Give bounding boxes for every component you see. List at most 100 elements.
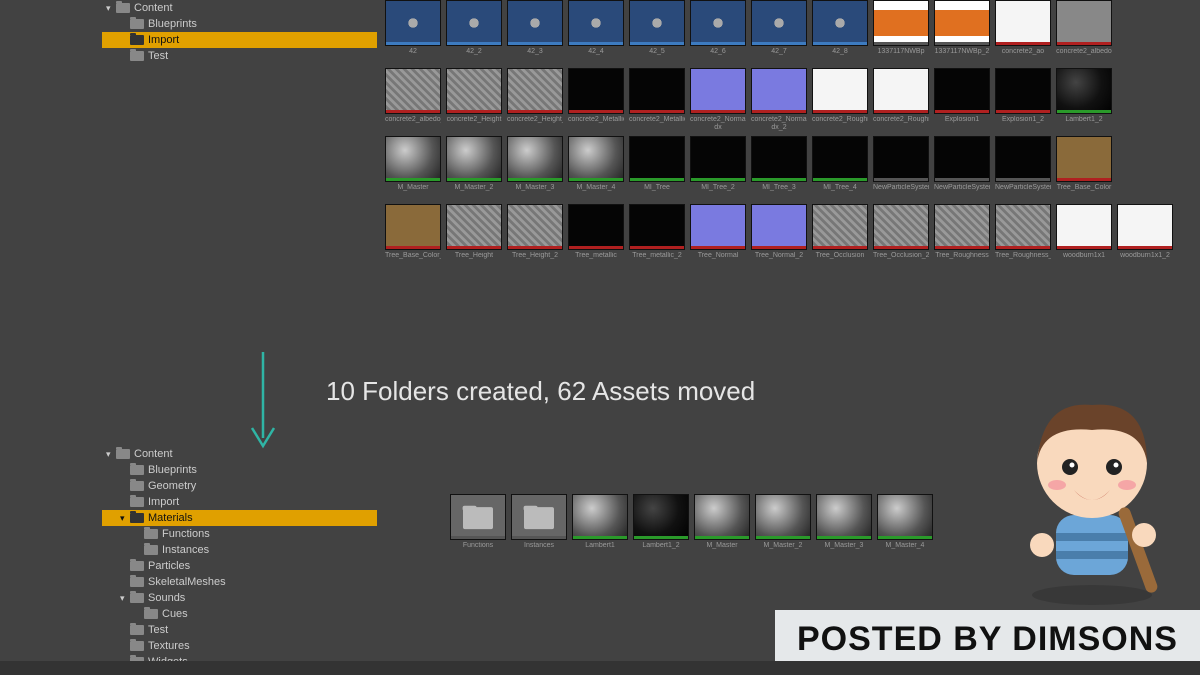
asset-thumbnail[interactable]: concrete2_Metallic_2 [629,68,685,132]
asset-thumbnail[interactable]: concrete2_albedo_2 [385,68,441,132]
asset-thumbnail[interactable]: concrete2_Roughness_2 [873,68,929,132]
asset-thumbnail[interactable]: 42_7 [751,0,807,64]
asset-label: Tree_Height [446,252,502,268]
asset-thumbnail[interactable]: Tree_Normal_2 [751,204,807,268]
asset-thumbnail[interactable]: 42_2 [446,0,502,64]
asset-thumbnail[interactable]: concrete2_Roughness [812,68,868,132]
asset-thumbnail[interactable]: MI_Tree_3 [751,136,807,200]
asset-thumbnail[interactable]: 1337117NWBp [873,0,929,64]
asset-thumbnail[interactable]: M_Master_4 [877,494,933,558]
tree-item[interactable]: Blueprints [102,16,377,32]
tree-item-label: Import [148,34,179,46]
tree-item-label: Instances [162,544,209,556]
asset-thumbnail[interactable]: 42_8 [812,0,868,64]
asset-label: MI_Tree_3 [751,184,807,200]
folder-icon [130,561,144,571]
asset-label: M_Master [385,184,441,200]
asset-thumbnail[interactable]: Tree_metallic [568,204,624,268]
asset-label: Lambert1_2 [633,542,689,558]
asset-label: Lambert1 [572,542,628,558]
asset-thumbnail[interactable]: Functions [450,494,506,558]
asset-label: Tree_metallic_2 [629,252,685,268]
asset-thumbnail[interactable]: Tree_Height_2 [507,204,563,268]
asset-label: concrete2_Height_2 [507,116,563,132]
asset-thumbnail[interactable]: M_Master [694,494,750,558]
asset-thumbnail[interactable]: M_Master_4 [568,136,624,200]
asset-thumbnail[interactable]: NewParticleSystem1_3 [995,136,1051,200]
asset-thumbnail[interactable]: Lambert1 [572,494,628,558]
tree-item[interactable]: Instances [102,542,377,558]
asset-label: concrete2_Roughness_2 [873,116,929,132]
tree-item[interactable]: Particles [102,558,377,574]
asset-thumbnail[interactable]: concrete2_Normal-dx_2 [751,68,807,132]
asset-thumbnail[interactable]: M_Master_3 [816,494,872,558]
asset-grid-before[interactable]: 4242_242_342_442_542_642_742_81337117NWB… [385,0,1200,272]
tree-item[interactable]: Import [102,494,377,510]
folder-tree-before[interactable]: ▾ContentBlueprints Import Test [102,0,377,64]
folder-tree-after[interactable]: ▾ Content BlueprintsGeometry Import ▾Materia… [102,446,377,670]
asset-thumbnail[interactable]: Tree_Occlusion [812,204,868,268]
tree-item[interactable]: Geometry [102,478,377,494]
tree-item-label: Test [148,624,168,636]
asset-thumbnail[interactable]: Tree_metallic_2 [629,204,685,268]
asset-thumbnail[interactable]: concrete2_Height [446,68,502,132]
asset-thumbnail[interactable]: woodburn1x1 [1056,204,1112,268]
asset-thumbnail[interactable]: 42_3 [507,0,563,64]
tree-item[interactable]: SkeletalMeshes [102,574,377,590]
tree-item[interactable]: ▾Materials [102,510,377,526]
tree-item[interactable]: Blueprints [102,462,377,478]
asset-thumbnail[interactable]: Tree_Roughness [934,204,990,268]
expand-arrow-icon[interactable]: ▾ [120,513,130,524]
asset-thumbnail[interactable]: 1337117NWBp_2 [934,0,990,64]
tree-item[interactable]: Test [102,622,377,638]
asset-thumbnail[interactable]: Instances [511,494,567,558]
asset-thumbnail[interactable]: woodburn1x1_2 [1117,204,1173,268]
asset-thumbnail[interactable]: Explosion1_2 [995,68,1051,132]
asset-thumbnail[interactable]: Lambert1_2 [633,494,689,558]
asset-thumbnail[interactable]: 42 [385,0,441,64]
asset-thumbnail[interactable]: Tree_Base_Color [1056,136,1112,200]
tree-item[interactable]: Import [102,32,377,48]
folder-icon [130,465,144,475]
asset-thumbnail[interactable]: Tree_Normal [690,204,746,268]
asset-thumbnail[interactable]: Explosion1 [934,68,990,132]
tree-item[interactable]: ▾Content [102,0,377,16]
asset-label: Explosion1 [934,116,990,132]
expand-arrow-icon[interactable]: ▾ [106,449,116,460]
tree-item[interactable]: Test [102,48,377,64]
asset-thumbnail[interactable]: concrete2_Metallic [568,68,624,132]
tree-item[interactable]: ▾ Content [102,446,377,462]
asset-thumbnail[interactable]: NewParticleSystem1_2 [934,136,990,200]
asset-thumbnail[interactable]: 42_6 [690,0,746,64]
tree-item-label: Import [148,496,179,508]
tree-item[interactable]: Textures [102,638,377,654]
asset-thumbnail[interactable]: concrete2_Normal-dx [690,68,746,132]
asset-label: M_Master_2 [755,542,811,558]
asset-thumbnail[interactable]: Lambert1_2 [1056,68,1112,132]
folder-icon [130,497,144,507]
asset-thumbnail[interactable]: concrete2_albedo [1056,0,1112,64]
tree-item-label: Content [134,448,173,460]
asset-thumbnail[interactable]: M_Master_2 [446,136,502,200]
asset-thumbnail[interactable]: concrete2_Height_2 [507,68,563,132]
asset-thumbnail[interactable]: MI_Tree_4 [812,136,868,200]
expand-arrow-icon[interactable]: ▾ [120,593,130,604]
asset-thumbnail[interactable]: M_Master_3 [507,136,563,200]
asset-thumbnail[interactable]: M_Master_2 [755,494,811,558]
asset-thumbnail[interactable]: 42_4 [568,0,624,64]
asset-thumbnail[interactable]: Tree_Base_Color_2 [385,204,441,268]
asset-label: MI_Tree [629,184,685,200]
asset-thumbnail[interactable]: NewParticleSystem1 [873,136,929,200]
asset-thumbnail[interactable]: Tree_Height [446,204,502,268]
asset-thumbnail[interactable]: M_Master [385,136,441,200]
asset-thumbnail[interactable]: MI_Tree [629,136,685,200]
tree-item[interactable]: Cues [102,606,377,622]
asset-thumbnail[interactable]: Tree_Roughness_2 [995,204,1051,268]
asset-thumbnail[interactable]: 42_5 [629,0,685,64]
asset-thumbnail[interactable]: concrete2_ao [995,0,1051,64]
asset-thumbnail[interactable]: Tree_Occlusion_2 [873,204,929,268]
asset-thumbnail[interactable]: MI_Tree_2 [690,136,746,200]
expand-arrow-icon[interactable]: ▾ [106,3,116,14]
tree-item[interactable]: ▾Sounds [102,590,377,606]
tree-item[interactable]: Functions [102,526,377,542]
